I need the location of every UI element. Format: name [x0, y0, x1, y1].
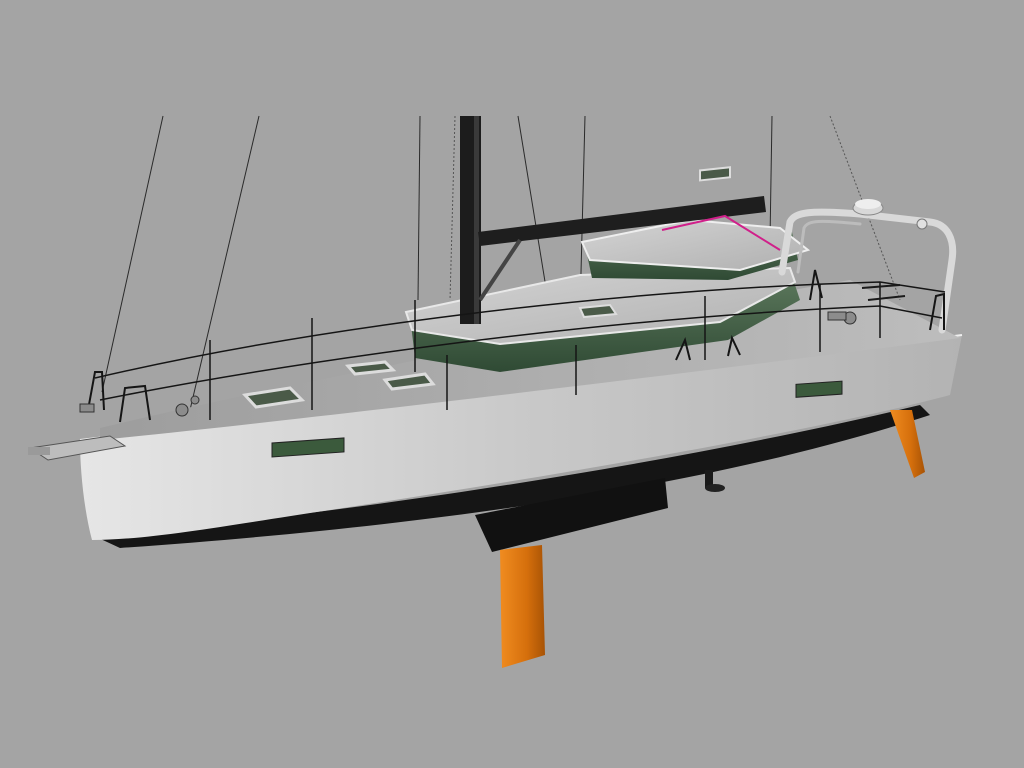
hull-window-aft: [795, 380, 843, 398]
mast: [460, 116, 481, 324]
sailboat-render: [28, 115, 963, 668]
radome: [852, 199, 884, 216]
antenna-dome: [916, 218, 928, 230]
propeller: [705, 470, 725, 492]
keel-fin: [500, 545, 545, 668]
rudder: [890, 410, 925, 478]
